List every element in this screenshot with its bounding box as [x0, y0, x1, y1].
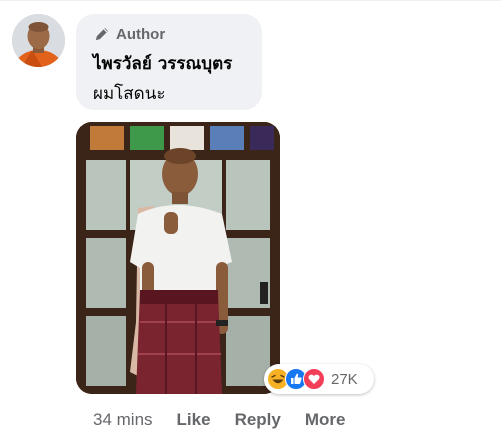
more-button[interactable]: More	[305, 410, 346, 430]
love-icon	[303, 368, 325, 390]
divider	[0, 0, 501, 1]
reaction-count: 27K	[331, 370, 358, 388]
comment-text: ผมโสดนะ	[93, 84, 166, 104]
author-badge: Author	[93, 23, 250, 45]
avatar[interactable]	[12, 14, 65, 67]
like-button[interactable]: Like	[177, 410, 211, 430]
person-photo-icon	[76, 122, 280, 394]
comment-photo[interactable]	[76, 122, 280, 394]
reactions-summary[interactable]: 27K	[264, 364, 374, 394]
timestamp[interactable]: 34 mins	[93, 410, 153, 430]
comment-bubble: Author ไพรวัลย์ วรรณบุตร ผมโสดนะ	[76, 14, 262, 110]
author-name[interactable]: ไพรวัลย์ วรรณบุตร	[93, 52, 250, 76]
pencil-icon	[96, 28, 108, 40]
comment-actions: 34 mins Like Reply More	[93, 408, 369, 432]
monk-avatar-icon	[12, 14, 65, 67]
reply-button[interactable]: Reply	[235, 410, 281, 430]
author-badge-label: Author	[116, 25, 166, 43]
